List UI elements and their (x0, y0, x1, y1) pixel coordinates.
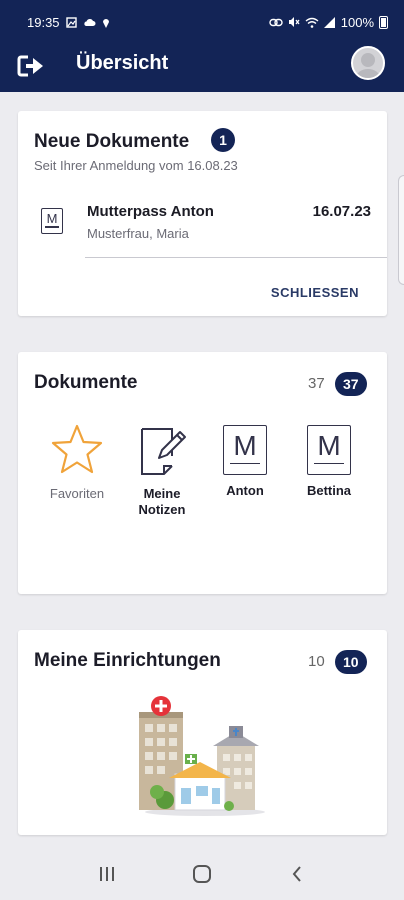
folder-label: Bettina (306, 483, 352, 498)
folder-favoriten[interactable]: Favoriten (35, 422, 119, 502)
folder-label: Anton (226, 483, 264, 498)
folder-bettina[interactable]: M Bettina (287, 422, 371, 499)
avatar-icon[interactable] (351, 46, 385, 80)
mute-icon (288, 17, 300, 27)
battery-icon (379, 15, 388, 29)
side-handle[interactable] (398, 175, 404, 285)
home-icon (192, 865, 211, 883)
back-icon (292, 866, 301, 882)
new-documents-card: Neue Dokumente 1 Seit Ihrer Anmeldung vo… (18, 111, 387, 316)
status-bar: 19:35 100% (0, 0, 404, 44)
documents-card[interactable]: Dokumente 37 37 Favoriten Meine Notizen … (18, 352, 387, 594)
location-icon (102, 18, 109, 28)
close-button[interactable]: SCHLIESSEN (271, 285, 359, 300)
recent-apps-icon (100, 867, 115, 881)
document-m-icon: M (223, 425, 267, 475)
notes-icon (134, 422, 190, 478)
facilities-title: Meine Einrichtungen (34, 650, 221, 671)
signal-icon (323, 16, 335, 28)
document-subtitle: Musterfrau, Maria (87, 226, 189, 241)
wifi-icon (305, 17, 319, 28)
new-documents-subtitle: Seit Ihrer Anmeldung vom 16.08.23 (34, 158, 238, 173)
status-time: 19:35 (27, 14, 60, 30)
folder-list: Favoriten Meine Notizen M Anton M Bettin… (18, 422, 387, 532)
recent-apps-button[interactable] (87, 854, 127, 894)
document-date: 16.07.23 (312, 203, 371, 220)
gallery-icon (65, 16, 77, 28)
cloud-icon (83, 18, 96, 26)
new-documents-badge: 1 (211, 128, 235, 152)
folder-anton[interactable]: M Anton (203, 422, 287, 499)
list-item[interactable]: M Mutterpass Anton Musterfrau, Maria 16.… (18, 196, 387, 266)
logout-icon (17, 55, 43, 77)
hospital-buildings-illustration (139, 696, 265, 816)
home-button[interactable] (182, 854, 222, 894)
documents-count: 37 (308, 375, 325, 392)
documents-badge: 37 (335, 372, 367, 396)
app-header: 19:35 100% Übersicht (0, 0, 404, 92)
battery-percent: 100% (340, 14, 374, 30)
folder-meine-notizen[interactable]: Meine Notizen (120, 422, 204, 518)
back-button[interactable] (277, 854, 317, 894)
logout-button[interactable] (16, 52, 46, 80)
document-m-icon: M (41, 208, 63, 234)
documents-title: Dokumente (34, 372, 138, 393)
facilities-card[interactable]: Meine Einrichtungen 10 10 (18, 630, 387, 835)
document-title: Mutterpass Anton (87, 203, 214, 220)
facilities-count: 10 (308, 653, 325, 670)
new-documents-title: Neue Dokumente (34, 131, 190, 152)
folder-label: Meine Notizen (138, 486, 186, 517)
link-icon (269, 18, 283, 26)
app-bar: Übersicht (0, 44, 404, 92)
facilities-badge: 10 (335, 650, 367, 674)
folder-label: Favoriten (49, 486, 105, 501)
star-icon (49, 422, 105, 478)
system-navigation-bar (0, 848, 404, 900)
page-title: Übersicht (76, 52, 169, 74)
document-m-icon: M (307, 425, 351, 475)
divider (85, 257, 387, 258)
